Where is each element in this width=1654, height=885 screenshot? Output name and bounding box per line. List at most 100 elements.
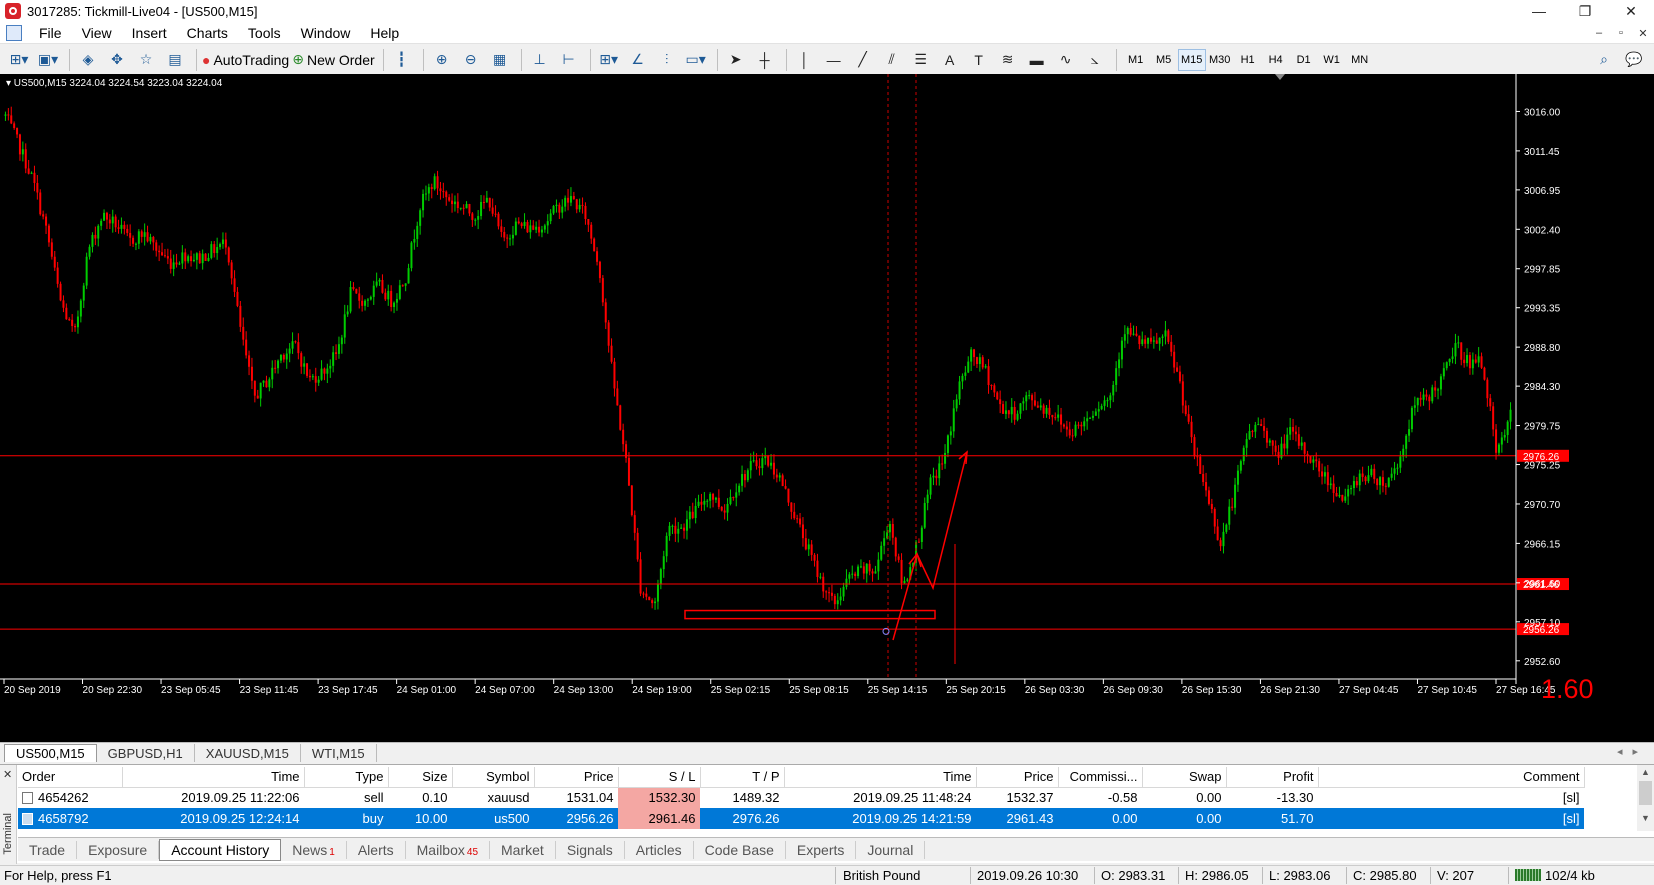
tab-trade[interactable]: Trade <box>18 840 78 859</box>
chart-tab-xauusd[interactable]: XAUUSD,M15 <box>195 744 301 762</box>
crosshair-icon[interactable]: ┼ <box>752 48 778 72</box>
indicators-icon[interactable]: ⊞▾ <box>596 48 622 72</box>
fibonacci-icon[interactable]: ☰ <box>908 48 934 72</box>
candle-body <box>1370 468 1373 476</box>
trendline-icon[interactable]: ╱ <box>850 48 876 72</box>
rectangle-icon[interactable]: ▬ <box>1024 48 1050 72</box>
menu-file[interactable]: File <box>30 25 73 41</box>
text-label-icon[interactable]: T <box>966 48 992 72</box>
column-comment[interactable]: Comment <box>1318 767 1585 788</box>
chart-tab-us500[interactable]: US500,M15 <box>4 744 97 762</box>
tile-windows-icon[interactable]: ▦ <box>487 48 513 72</box>
terminal-scrollbar[interactable]: ▲ ▼ <box>1637 765 1654 831</box>
tab-exposure[interactable]: Exposure <box>77 840 160 859</box>
column-time[interactable]: Time <box>122 767 305 788</box>
tab-code-base[interactable]: Code Base <box>694 840 786 859</box>
close-button[interactable]: ✕ <box>1608 0 1654 22</box>
restore-button[interactable]: ❐ <box>1562 0 1608 22</box>
auto-scroll-icon[interactable]: ⊢ <box>556 48 582 72</box>
chart-canvas[interactable]: 2976.262961.462956.26 3016.003011.453006… <box>0 74 1654 742</box>
zoom-in-icon[interactable]: ⊕ <box>429 48 455 72</box>
text-icon[interactable]: A <box>937 48 963 72</box>
tab-articles[interactable]: Articles <box>625 840 694 859</box>
search-icon[interactable]: ⌕ <box>1591 48 1617 72</box>
vertical-line-icon[interactable]: │ <box>792 48 818 72</box>
terminal-window-icon[interactable]: ▤ <box>162 48 188 72</box>
timeframe-mn[interactable]: MN <box>1346 49 1374 71</box>
column-symbol[interactable]: Symbol <box>452 767 535 788</box>
minimize-button[interactable]: — <box>1516 0 1562 22</box>
candle-body <box>656 583 659 602</box>
timeframe-w1[interactable]: W1 <box>1318 49 1346 71</box>
timeframe-m5[interactable]: M5 <box>1150 49 1178 71</box>
column-close-time[interactable]: Time <box>784 767 977 788</box>
timeframe-m1[interactable]: M1 <box>1122 49 1150 71</box>
menu-view[interactable]: View <box>73 25 123 41</box>
profiles-icon[interactable]: ▣▾ <box>35 48 61 72</box>
timeframe-h4[interactable]: H4 <box>1262 49 1290 71</box>
data-window-icon[interactable]: ☆ <box>133 48 159 72</box>
menu-insert[interactable]: Insert <box>123 25 178 41</box>
chart-window-icon[interactable] <box>6 24 22 41</box>
gann-icon[interactable]: ⦣ <box>1082 48 1108 72</box>
new-chart-icon[interactable]: ⊞▾ <box>6 48 32 72</box>
scroll-thumb[interactable] <box>1639 781 1652 805</box>
column-order[interactable]: Order <box>18 767 123 788</box>
mdi-restore-button[interactable]: ▫ <box>1610 22 1632 44</box>
menu-help[interactable]: Help <box>361 25 410 41</box>
timeframe-h1[interactable]: H1 <box>1234 49 1262 71</box>
tab-signals[interactable]: Signals <box>556 840 625 859</box>
menu-window[interactable]: Window <box>292 25 362 41</box>
column-price[interactable]: Price <box>534 767 619 788</box>
tab-mailbox[interactable]: Mailbox 45 <box>406 840 491 859</box>
candle-body <box>239 305 242 327</box>
table-row-selected[interactable]: 4658792 2019.09.25 12:24:14 buy 10.00 us… <box>18 808 1584 829</box>
column-sl[interactable]: S / L <box>618 767 701 788</box>
price-chart[interactable]: 2976.26 2961.46 2956.26 3016.00 3011.45 3006… <box>0 74 1654 742</box>
tab-experts[interactable]: Experts <box>786 840 857 859</box>
size-cell: 10.00 <box>388 808 452 829</box>
elliott-wave-icon[interactable]: ∿ <box>1053 48 1079 72</box>
terminal-close-icon[interactable]: ✕ <box>3 768 12 781</box>
periods-icon[interactable]: ∠ <box>625 48 651 72</box>
timeframe-m30[interactable]: M30 <box>1206 49 1234 71</box>
chart-shift-icon[interactable]: ⊥ <box>527 48 553 72</box>
tab-scroll-arrows[interactable]: ◂▸ <box>1617 745 1648 758</box>
scroll-up-icon[interactable]: ▲ <box>1641 767 1650 777</box>
tab-market[interactable]: Market <box>490 840 556 859</box>
column-size[interactable]: Size <box>388 767 453 788</box>
chart-tab-wti[interactable]: WTI,M15 <box>301 744 377 762</box>
mdi-close-button[interactable]: ✕ <box>1632 22 1654 44</box>
scroll-down-icon[interactable]: ▼ <box>1641 813 1650 823</box>
column-type[interactable]: Type <box>304 767 389 788</box>
column-profit[interactable]: Profit <box>1226 767 1319 788</box>
table-row[interactable]: 4654262 2019.09.25 11:22:06 sell 0.10 xa… <box>18 787 1584 808</box>
menu-tools[interactable]: Tools <box>239 25 292 41</box>
market-watch-icon[interactable]: ◈ <box>75 48 101 72</box>
channel-icon[interactable]: ⫽ <box>879 48 905 72</box>
tab-account-history[interactable]: Account History <box>159 838 282 861</box>
chart-properties-icon[interactable]: ▭▾ <box>683 48 709 72</box>
autotrading-button[interactable]: ● AutoTrading <box>202 48 289 72</box>
column-close-price[interactable]: Price <box>976 767 1059 788</box>
horizontal-line-icon[interactable]: — <box>821 48 847 72</box>
zoom-out-icon[interactable]: ⊖ <box>458 48 484 72</box>
tab-journal[interactable]: Journal <box>856 840 926 859</box>
navigator-icon[interactable]: ✥ <box>104 48 130 72</box>
timeframe-d1[interactable]: D1 <box>1290 49 1318 71</box>
chat-icon[interactable]: 💬 <box>1621 48 1647 72</box>
menu-charts[interactable]: Charts <box>178 25 239 41</box>
bar-chart-icon[interactable]: ┇ <box>389 48 415 72</box>
column-swap[interactable]: Swap <box>1142 767 1227 788</box>
fibo-fan-icon[interactable]: ≋ <box>995 48 1021 72</box>
mdi-minimize-button[interactable]: – <box>1588 22 1610 44</box>
templates-icon[interactable]: ⫶ <box>654 48 680 72</box>
tab-news[interactable]: News 1 <box>281 840 347 859</box>
timeframe-m15[interactable]: M15 <box>1177 48 1206 71</box>
chart-tab-gbpusd[interactable]: GBPUSD,H1 <box>97 744 195 762</box>
column-commission[interactable]: Commissi... <box>1058 767 1143 788</box>
tab-alerts[interactable]: Alerts <box>347 840 406 859</box>
column-tp[interactable]: T / P <box>700 767 785 788</box>
cursor-icon[interactable]: ➤ <box>723 48 749 72</box>
new-order-button[interactable]: ⊕ New Order <box>292 48 374 72</box>
